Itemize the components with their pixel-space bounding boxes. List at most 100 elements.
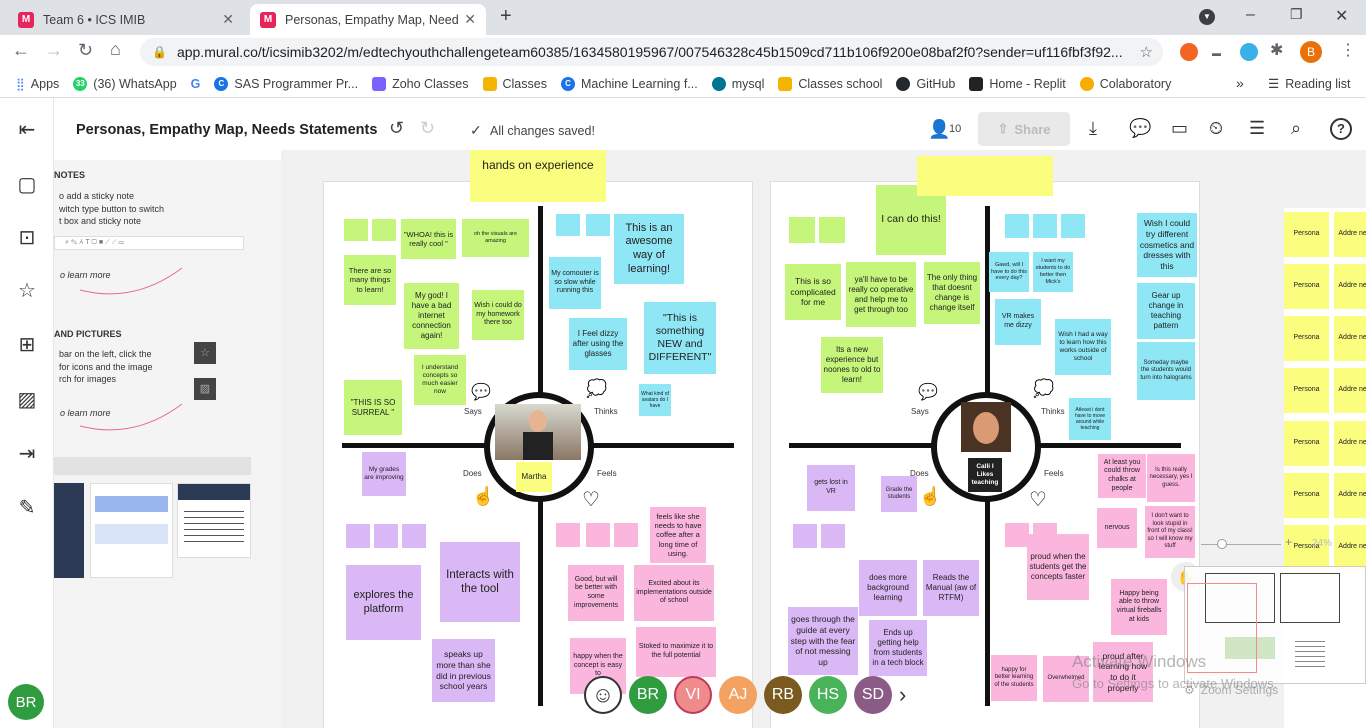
sticky-note[interactable]: Persona bbox=[1284, 212, 1329, 257]
sticky-note[interactable]: Persona bbox=[1284, 473, 1329, 518]
sticky-note[interactable]: Grade the students bbox=[881, 476, 917, 512]
sticky-note[interactable]: Is this really necessary, yes I guess. bbox=[1147, 454, 1195, 502]
sticky-note[interactable]: Good, but will be better with some impro… bbox=[568, 565, 624, 621]
minimap[interactable] bbox=[1184, 566, 1366, 684]
bookmark-zoho[interactable]: Zoho Classes bbox=[372, 76, 469, 91]
sticky-note[interactable]: Gawd, will I have to do this every day? bbox=[989, 252, 1029, 292]
sticky-note-icon[interactable]: ▢ bbox=[15, 173, 39, 197]
sticky-note[interactable]: Addre need bbox=[1334, 421, 1366, 466]
sticky-note[interactable]: proud when the students get the concepts… bbox=[1027, 534, 1089, 600]
reading-list[interactable]: ☰ Reading list bbox=[1268, 76, 1351, 92]
sticky-note[interactable]: My grades are improving bbox=[362, 452, 406, 496]
sticky-note[interactable]: Happy being able to throw virtual fireba… bbox=[1111, 579, 1167, 635]
sticky-note[interactable] bbox=[1005, 523, 1029, 547]
extension-dash-icon[interactable]: ▬ bbox=[1212, 48, 1221, 58]
sticky-note[interactable]: nervous bbox=[1097, 508, 1137, 548]
sticky-note[interactable] bbox=[556, 523, 580, 547]
empathy-map-board-2[interactable]: Calli I Likes teaching Says Thinks Does … bbox=[770, 181, 1200, 728]
sticky-note[interactable]: Reads the Manual (aw of RTFM) bbox=[923, 560, 979, 616]
mural-canvas[interactable]: Martha Says Thinks Does Feels 💬 💭 ☝ ♡ "W… bbox=[281, 150, 1366, 728]
comment-icon[interactable]: ▭ bbox=[1171, 118, 1188, 139]
sticky-note[interactable]: What kind of avatars do I have bbox=[639, 384, 671, 416]
sticky-note[interactable]: I want my students to do better then Mic… bbox=[1033, 252, 1073, 292]
top-sticky-note[interactable]: hands on experience bbox=[470, 150, 606, 202]
bookmark-sas[interactable]: C SAS Programmer Pr... bbox=[214, 76, 358, 91]
bookmark-replit[interactable]: Home - Replit bbox=[969, 76, 1066, 91]
new-tab-plus-icon[interactable]: + bbox=[500, 5, 512, 28]
browser-menu-icon[interactable]: ⋮ bbox=[1340, 40, 1356, 60]
sticky-note[interactable]: Addre need bbox=[1334, 525, 1366, 570]
upload-icon[interactable]: ⇥ bbox=[15, 442, 39, 466]
sticky-note[interactable]: Persona bbox=[1284, 421, 1329, 466]
sticky-note[interactable] bbox=[556, 214, 580, 236]
timer-icon[interactable]: ⏲ bbox=[1209, 118, 1223, 139]
chat-icon[interactable]: 💬 bbox=[1129, 118, 1151, 139]
bookmark-ml[interactable]: C Machine Learning f... bbox=[560, 76, 698, 91]
sticky-note[interactable]: VR makes me dizzy bbox=[995, 299, 1041, 345]
sticky-note[interactable]: happy for better learning of the student… bbox=[991, 655, 1037, 701]
sticky-note[interactable]: Addre need bbox=[1334, 316, 1366, 361]
sticky-note[interactable]: Its a new experience but noones to old t… bbox=[821, 337, 883, 393]
bookmark-apps[interactable]: ⣿ Apps bbox=[16, 77, 59, 91]
sticky-note[interactable]: Persona bbox=[1284, 264, 1329, 309]
template-thumbnail[interactable] bbox=[54, 483, 84, 578]
profile-avatar[interactable]: B bbox=[1300, 41, 1322, 63]
sticky-note[interactable]: "THIS IS SO SURREAL " bbox=[344, 380, 402, 435]
exit-icon[interactable]: ⇤ bbox=[15, 118, 39, 142]
redo-icon[interactable]: ↻ bbox=[420, 118, 435, 139]
sticky-note[interactable]: Addre need bbox=[1334, 212, 1366, 257]
forward-icon[interactable]: → bbox=[45, 40, 63, 61]
chevron-right-icon[interactable]: › bbox=[899, 682, 906, 708]
persona-name-note[interactable]: Calli I Likes teaching bbox=[968, 458, 1002, 492]
sticky-note[interactable]: This is an awesome way of learning! bbox=[614, 214, 684, 284]
bookmark-mysql[interactable]: mysql bbox=[711, 76, 764, 91]
sticky-note[interactable] bbox=[819, 217, 845, 243]
reactions-smiley-icon[interactable]: ☺ bbox=[584, 676, 622, 714]
sticky-note[interactable]: Wish I had a way to learn how this works… bbox=[1055, 319, 1111, 375]
collaborator-avatar[interactable]: VI bbox=[674, 676, 712, 714]
sticky-note[interactable]: goes through the guide at every step wit… bbox=[788, 607, 858, 675]
sticky-note[interactable]: I Feel dizzy after using the glasses bbox=[569, 318, 627, 370]
sticky-note[interactable]: There are so many things to learn! bbox=[344, 255, 396, 305]
sticky-note[interactable]: I understand concepts so much easier now bbox=[414, 355, 466, 405]
sticky-note[interactable]: speaks up more than she did in previous … bbox=[432, 639, 495, 702]
sticky-note[interactable]: Persona bbox=[1284, 316, 1329, 361]
sticky-note[interactable]: "WHOA! this is really cool " bbox=[401, 219, 456, 259]
participants-icon[interactable]: 👤 bbox=[928, 119, 950, 140]
minimize-icon[interactable]: – bbox=[1246, 6, 1255, 24]
zoom-slider[interactable] bbox=[1201, 539, 1291, 551]
sticky-note[interactable]: Wish i could do my homework there too bbox=[472, 290, 524, 340]
bookmark-github[interactable]: GitHub bbox=[896, 76, 955, 91]
sticky-note[interactable] bbox=[586, 523, 610, 547]
tab-search-icon[interactable]: ▼ bbox=[1199, 9, 1215, 25]
sticky-note[interactable] bbox=[344, 219, 368, 241]
search-icon[interactable]: ⌕ bbox=[1291, 118, 1301, 139]
collaborator-avatar[interactable]: BR bbox=[629, 676, 667, 714]
sticky-note[interactable] bbox=[402, 524, 426, 548]
address-bar[interactable]: 🔒 app.mural.co/t/icsimib3202/m/edtechyou… bbox=[140, 38, 1163, 66]
sticky-note[interactable] bbox=[346, 524, 370, 548]
tab-team6[interactable]: M Team 6 • ICS IMIB ✕ bbox=[8, 4, 244, 35]
sticky-note[interactable]: does more background learning bbox=[859, 560, 917, 616]
bookmark-classes-school[interactable]: Classes school bbox=[778, 76, 882, 91]
image-icon[interactable]: ▨ bbox=[15, 388, 39, 412]
collaborator-avatar[interactable]: SD bbox=[854, 676, 892, 714]
sticky-note[interactable]: At least you could throw chalks at peopl… bbox=[1098, 454, 1146, 498]
window-close-icon[interactable]: ✕ bbox=[1335, 6, 1348, 26]
sticky-note[interactable]: The only thing that doesnt change is cha… bbox=[924, 262, 980, 324]
undo-icon[interactable]: ↺ bbox=[389, 118, 404, 139]
sticky-note[interactable]: Excited about its implementations outsid… bbox=[634, 565, 714, 621]
sticky-note[interactable] bbox=[1061, 214, 1085, 238]
sticky-note[interactable]: feels like she needs to have coffee afte… bbox=[650, 507, 706, 563]
home-icon[interactable]: ⌂ bbox=[110, 39, 121, 60]
sticky-note[interactable]: ya'll have to be really co operative and… bbox=[846, 262, 916, 327]
sticky-note[interactable] bbox=[821, 524, 845, 548]
sticky-note[interactable] bbox=[372, 219, 396, 241]
bookmark-google-icon[interactable]: G bbox=[191, 77, 201, 91]
user-avatar[interactable]: BR bbox=[8, 684, 44, 720]
frameworks-grid-icon[interactable]: ⊞ bbox=[15, 333, 39, 357]
bookmark-star-icon[interactable]: ☆ bbox=[1140, 43, 1153, 61]
sticky-note[interactable] bbox=[614, 523, 638, 547]
share-button[interactable]: ⇧ Share bbox=[978, 112, 1070, 146]
sticky-note[interactable]: Stoked to maximize it to the full potent… bbox=[636, 627, 716, 677]
